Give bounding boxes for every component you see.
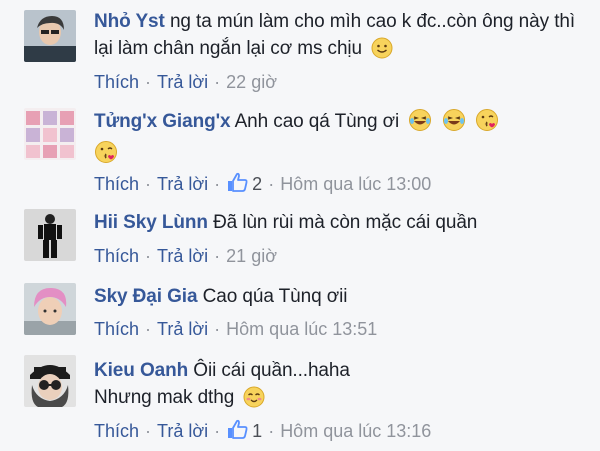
- comment-author[interactable]: Kieu Oanh: [94, 360, 188, 381]
- comment-body: Hii Sky Lùnn Đã lùn rùi mà còn mặc cái q…: [94, 209, 586, 236]
- comment-text: Cao qúa Tùnq ơii: [202, 286, 348, 307]
- comment-text-line2: Nhưng mak dthg: [94, 387, 235, 408]
- smile-emoji-icon: [371, 37, 393, 67]
- comment-text-block: Hii Sky Lùnn Đã lùn rùi mà còn mặc cái q…: [94, 209, 586, 236]
- comment-timestamp[interactable]: 22 giờ: [226, 72, 277, 92]
- thumbs-up-icon: [226, 171, 248, 199]
- comment-body: Tửng'x Giang'x Anh cao qá Tùng ơi: [94, 108, 586, 172]
- like-link[interactable]: Thích: [94, 72, 139, 92]
- avatar[interactable]: [24, 355, 76, 407]
- comment-author[interactable]: Hii Sky Lùnn: [94, 212, 208, 233]
- comment-author[interactable]: Sky Đại Gia: [94, 286, 198, 307]
- laughing-tears-emoji-icon: [408, 108, 432, 140]
- reply-link[interactable]: Trả lời: [157, 246, 208, 266]
- comment-timestamp[interactable]: Hôm qua lúc 13:16: [280, 421, 431, 441]
- comment-timestamp[interactable]: Hôm qua lúc 13:00: [280, 174, 431, 194]
- comment-body: Sky Đại Gia Cao qúa Tùnq ơii: [94, 283, 586, 310]
- like-count[interactable]: 1: [226, 419, 263, 441]
- comment-list: Nhỏ Yst ng ta mún làm cho mìh cao k đc..…: [0, 0, 600, 451]
- thumbs-up-icon: [226, 418, 248, 446]
- kiss-emoji-icon: [94, 140, 118, 172]
- like-link[interactable]: Thích: [94, 319, 139, 339]
- comment-text: Anh cao qá Tùng ơi: [234, 111, 400, 132]
- avatar[interactable]: [24, 209, 76, 261]
- comment-text-block: Nhỏ Yst ng ta mún làm cho mìh cao k đc..…: [94, 8, 586, 67]
- comment-text: ng ta mún làm cho mìh cao k đc..còn ông …: [94, 11, 576, 59]
- like-link[interactable]: Thích: [94, 421, 139, 441]
- like-count-value: 1: [252, 421, 263, 441]
- comment-text-block: Tửng'x Giang'x Anh cao qá Tùng ơi: [94, 108, 586, 172]
- comment-text: Ôii cái quần...haha: [193, 360, 350, 381]
- comment-actions: Thích · Trả lời · 21 giờ: [94, 246, 278, 266]
- comment-author[interactable]: Nhỏ Yst: [94, 11, 165, 32]
- reply-link[interactable]: Trả lời: [157, 174, 208, 194]
- comment-text-block: Sky Đại Gia Cao qúa Tùnq ơii: [94, 283, 586, 310]
- comment-body: Nhỏ Yst ng ta mún làm cho mìh cao k đc..…: [94, 8, 586, 67]
- comment-timestamp[interactable]: Hôm qua lúc 13:51: [226, 319, 377, 339]
- kiss-emoji-icon: [475, 108, 499, 140]
- like-link[interactable]: Thích: [94, 174, 139, 194]
- like-link[interactable]: Thích: [94, 246, 139, 266]
- comment-actions: Thích · Trả lời · 2 · Hôm qua lúc 13:00: [94, 171, 431, 199]
- comment-author[interactable]: Tửng'x Giang'x: [94, 111, 231, 132]
- comment-actions: Thích · Trả lời · Hôm qua lúc 13:51: [94, 319, 378, 339]
- like-count-value: 2: [252, 174, 263, 194]
- like-count[interactable]: 2: [226, 172, 263, 194]
- comment-text: Đã lùn rùi mà còn mặc cái quần: [213, 212, 478, 233]
- laughing-tears-emoji-icon: [442, 108, 466, 140]
- avatar[interactable]: [24, 283, 76, 335]
- reply-link[interactable]: Trả lời: [157, 421, 208, 441]
- blush-emoji-icon: [243, 386, 265, 416]
- comment-actions: Thích · Trả lời · 22 giờ: [94, 72, 278, 92]
- comment-text-block: Kieu Oanh Ôii cái quần...haha Nhưng mak …: [94, 357, 586, 416]
- comment-body: Kieu Oanh Ôii cái quần...haha Nhưng mak …: [94, 357, 586, 416]
- avatar[interactable]: [24, 10, 76, 62]
- comment-actions: Thích · Trả lời · 1 · Hôm qua lúc 13:16: [94, 418, 431, 446]
- reply-link[interactable]: Trả lời: [157, 72, 208, 92]
- comment-timestamp[interactable]: 21 giờ: [226, 246, 277, 266]
- reply-link[interactable]: Trả lời: [157, 319, 208, 339]
- avatar[interactable]: [24, 108, 76, 160]
